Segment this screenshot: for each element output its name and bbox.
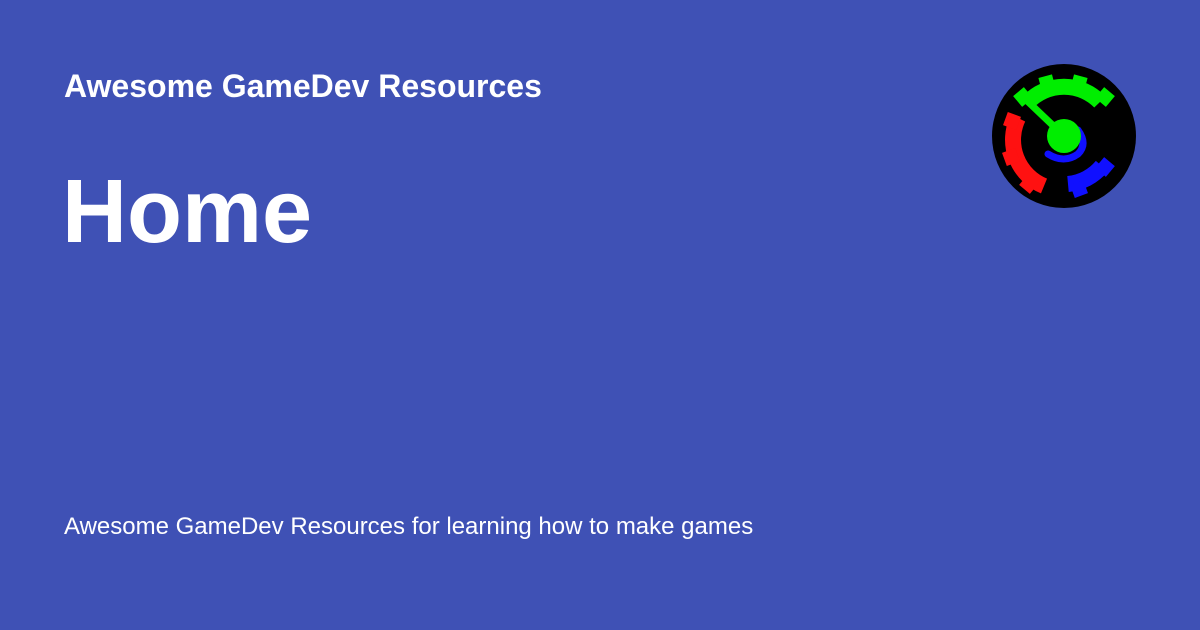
page-description: Awesome GameDev Resources for learning h…: [64, 513, 754, 540]
site-name: Awesome GameDev Resources: [64, 68, 542, 104]
page-title: Home: [62, 162, 313, 262]
gear-gauge-logo-icon: [992, 64, 1136, 208]
